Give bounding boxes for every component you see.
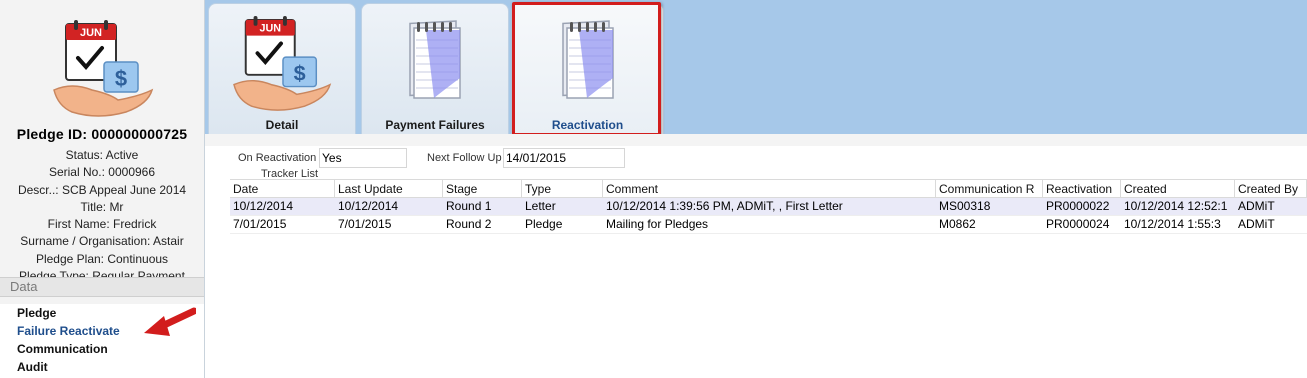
sidebar-link-communication[interactable]: Communication: [0, 340, 204, 358]
data-section-header: Data: [0, 277, 204, 297]
next-follow-up-field[interactable]: 14/01/2015: [503, 148, 625, 168]
pledge-plan-line: Pledge Plan: Continuous: [35, 251, 169, 266]
status-line: Status: Active: [65, 148, 139, 162]
tracker-grid: Date Last Update Stage Type Comment Comm…: [230, 179, 1307, 234]
cell-communication: MS00318: [939, 199, 991, 213]
cell-comment: Mailing for Pledges: [606, 217, 709, 231]
pledge-info-list: Status: Active Serial No.: 0000966 Descr…: [0, 147, 204, 279]
tab-strip: JUN $ Detail Payment Failures Reactivati…: [205, 0, 1307, 134]
cell-last-update: 7/01/2015: [338, 217, 392, 231]
cell-stage: Round 2: [446, 217, 492, 231]
serial-line: Serial No.: 0000966: [48, 165, 156, 180]
column-header-comment[interactable]: Comment: [603, 180, 936, 197]
svg-text:$: $: [294, 61, 306, 86]
cell-created: 10/12/2014 1:55:3: [1124, 217, 1221, 231]
cell-stage: Round 1: [446, 199, 492, 213]
column-header-reactivation[interactable]: Reactivation: [1043, 180, 1121, 197]
on-reactivation-field[interactable]: Yes: [319, 148, 407, 168]
sidebar-link-audit[interactable]: Audit: [0, 358, 204, 376]
tab-payment-failures[interactable]: Payment Failures: [361, 3, 509, 134]
column-header-date[interactable]: Date: [230, 180, 335, 197]
calendar-pledge-icon: JUN $: [53, 20, 154, 117]
cell-reactivation: PR0000024: [1046, 217, 1110, 231]
notepad-icon: [409, 20, 461, 99]
cell-created-by: ADMiT: [1238, 199, 1275, 213]
calendar-month-text: JUN: [259, 23, 281, 35]
description-line: Descr..: SCB Appeal June 2014: [17, 182, 187, 197]
grid-header: Date Last Update Stage Type Comment Comm…: [230, 179, 1307, 198]
cell-communication: M0862: [939, 217, 976, 231]
surname-line: Surname / Organisation: Astair: [20, 234, 184, 249]
column-header-communication[interactable]: Communication R: [936, 180, 1043, 197]
tab-reactivation-label: Reactivation: [551, 118, 624, 132]
calendar-month-text: JUN: [80, 27, 102, 39]
tab-detail[interactable]: JUN $ Detail: [208, 3, 356, 134]
on-reactivation-label: On Reactivation: [238, 152, 317, 164]
tab-detail-label: Detail: [265, 118, 299, 132]
tab-payment-failures-label: Payment Failures: [385, 118, 485, 132]
column-header-last-update[interactable]: Last Update: [335, 180, 443, 197]
pledge-sidebar: JUN $ Pledge ID: 000000000725 Status: Ac…: [0, 0, 205, 378]
reactivation-panel: On Reactivation Yes Next Follow Up 14/01…: [205, 134, 1307, 378]
calendar-pledge-icon: JUN $: [233, 16, 332, 111]
cell-last-update: 10/12/2014: [338, 199, 399, 213]
svg-text:$: $: [115, 66, 127, 91]
cell-date: 7/01/2015: [233, 217, 287, 231]
cell-type: Pledge: [525, 217, 563, 231]
pledge-id-title: Pledge ID: 000000000725: [16, 126, 188, 142]
tab-reactivation[interactable]: Reactivation: [511, 3, 664, 134]
table-row[interactable]: 7/01/2015 7/01/2015 Round 2 Pledge Maili…: [230, 216, 1307, 234]
column-header-created-by[interactable]: Created By: [1235, 180, 1307, 197]
cell-created-by: ADMiT: [1238, 217, 1275, 231]
next-follow-up-label: Next Follow Up: [427, 152, 502, 164]
table-row[interactable]: 10/12/2014 10/12/2014 Round 1 Letter 10/…: [230, 198, 1307, 216]
title-line: Title: Mr: [80, 199, 124, 214]
red-arrow-annotation: [144, 307, 196, 336]
column-header-created[interactable]: Created: [1121, 180, 1235, 197]
cell-created: 10/12/2014 12:52:1: [1124, 199, 1228, 213]
first-name-line: First Name: Fredrick: [47, 217, 157, 232]
cell-reactivation: PR0000022: [1046, 199, 1110, 213]
cell-type: Letter: [525, 199, 556, 213]
column-header-stage[interactable]: Stage: [443, 180, 522, 197]
notepad-icon: [561, 20, 614, 99]
panel-header-band: [205, 134, 1307, 146]
column-header-type[interactable]: Type: [522, 180, 603, 197]
cell-date: 10/12/2014: [233, 199, 294, 213]
cell-comment: 10/12/2014 1:39:56 PM, ADMiT, , First Le…: [606, 199, 843, 213]
